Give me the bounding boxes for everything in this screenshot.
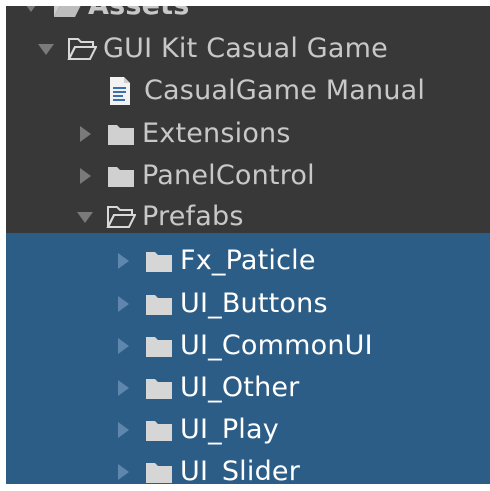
tree-item-extensions[interactable]: Extensions — [6, 112, 490, 155]
tree-item-ui-commonui[interactable]: UI_CommonUI — [6, 324, 490, 367]
folder-icon — [106, 161, 136, 191]
expand-arrow-right-icon[interactable] — [112, 457, 134, 485]
tree-item-label: Fx_Paticle — [180, 245, 316, 276]
tree-item-assets[interactable]: Assets — [6, 6, 490, 27]
folder-icon — [144, 246, 174, 276]
tree-item-ui-other[interactable]: UI_Other — [6, 366, 490, 409]
tree-item-label: Extensions — [142, 118, 291, 149]
folder-open-icon — [52, 6, 82, 21]
expand-arrow-right-icon[interactable] — [112, 373, 134, 403]
folder-icon — [144, 373, 174, 403]
folder-icon — [144, 289, 174, 319]
tree-item-label: UI_Buttons — [180, 288, 328, 319]
tree-item-ui-slider[interactable]: UI_Slider — [6, 450, 490, 484]
tree-item-panelcontrol[interactable]: PanelControl — [6, 154, 490, 197]
folder-icon — [144, 331, 174, 361]
expand-arrow-down-icon[interactable] — [74, 202, 96, 232]
tree-item-label: CasualGame Manual — [144, 75, 426, 106]
tree-item-label: UI_Play — [180, 414, 279, 445]
expand-arrow-right-icon[interactable] — [112, 331, 134, 361]
tree-item-gui-kit-casual-game[interactable]: GUI Kit Casual Game — [6, 27, 490, 70]
document-icon — [108, 76, 138, 106]
tree-item-ui-buttons[interactable]: UI_Buttons — [6, 282, 490, 325]
expand-arrow-down-icon[interactable] — [35, 34, 57, 64]
expand-arrow-down-icon[interactable] — [20, 6, 42, 21]
expand-arrow-right-icon[interactable] — [112, 289, 134, 319]
expand-arrow-right-icon[interactable] — [74, 119, 96, 149]
tree-item-label: PanelControl — [142, 160, 315, 191]
folder-open-icon — [106, 202, 136, 232]
expand-arrow-right-icon[interactable] — [112, 415, 134, 445]
tree-item-casualgame-manual[interactable]: CasualGame Manual — [6, 69, 490, 112]
tree-item-prefabs[interactable]: Prefabs — [6, 195, 490, 238]
folder-icon — [144, 457, 174, 485]
project-panel: Assets GUI Kit Casual Game CasualGame Ma… — [6, 6, 490, 484]
tree-item-ui-play[interactable]: UI_Play — [6, 408, 490, 451]
expand-arrow-right-icon[interactable] — [112, 246, 134, 276]
folder-open-icon — [67, 34, 97, 64]
tree-item-label: GUI Kit Casual Game — [103, 33, 388, 64]
folder-icon — [106, 119, 136, 149]
tree-item-label: Prefabs — [142, 201, 244, 232]
tree-item-label: UI_Other — [180, 372, 300, 403]
tree-item-label: UI_Slider — [180, 456, 301, 484]
tree-item-fx-paticle[interactable]: Fx_Paticle — [6, 239, 490, 282]
tree-item-label: UI_CommonUI — [180, 330, 373, 361]
expand-arrow-right-icon[interactable] — [74, 161, 96, 191]
tree-item-label: Assets — [88, 6, 190, 19]
folder-icon — [144, 415, 174, 445]
